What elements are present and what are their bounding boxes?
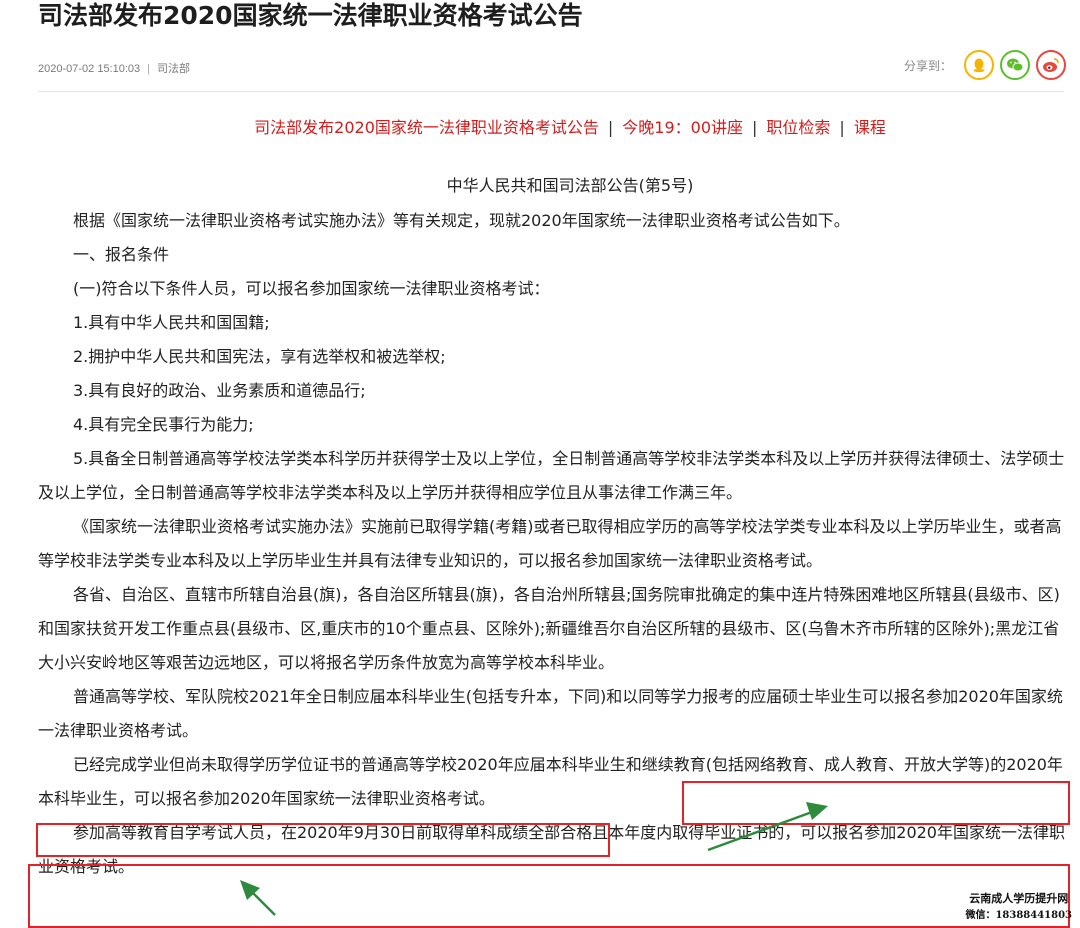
- watermark-site: 云南成人学历提升网: [969, 892, 1069, 905]
- watermark: 云南成人学历提升网 微信：18388441803: [965, 890, 1072, 924]
- watermark-wechat: 微信：18388441803: [965, 910, 1072, 921]
- arrow-icon: [240, 880, 276, 916]
- annotation-arrows: [240, 802, 828, 916]
- arrow-icon: [707, 802, 828, 852]
